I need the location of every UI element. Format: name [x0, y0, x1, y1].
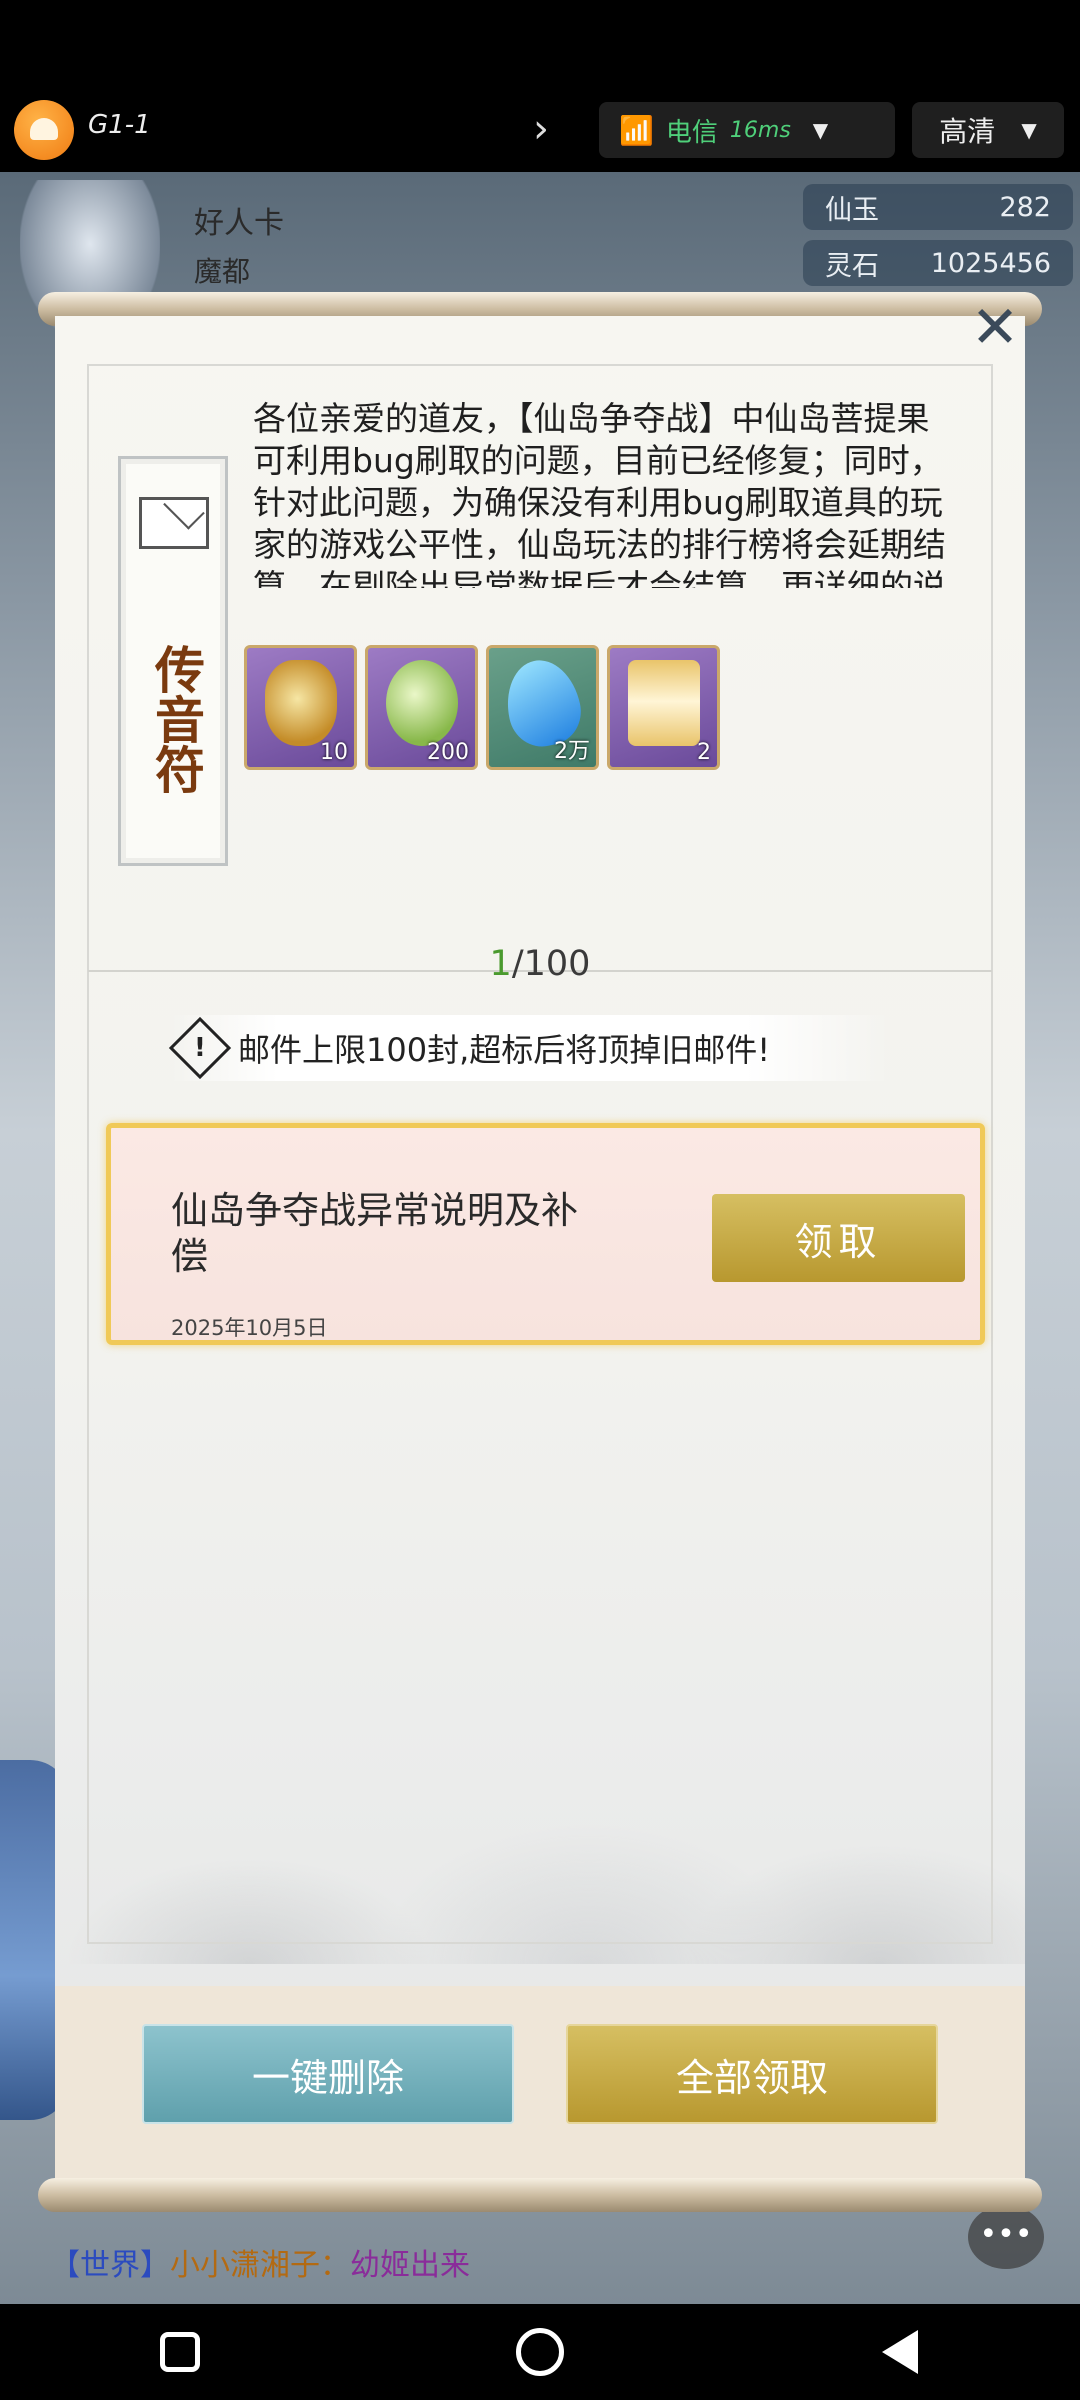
reward-list: 10 200 2万 2 [244, 645, 720, 770]
recent-apps-icon[interactable] [150, 2322, 210, 2382]
player-name: 好人卡 [194, 206, 284, 241]
claim-button[interactable]: 领取 [712, 1194, 965, 1282]
chevron-down-icon: ▼ [812, 118, 829, 142]
mail-limit-warning: ! 邮件上限100封,超标后将顶掉旧邮件! [168, 1015, 890, 1081]
resource-label: 灵石 [825, 250, 879, 282]
back-icon[interactable] [870, 2322, 930, 2382]
home-icon[interactable] [510, 2322, 570, 2382]
resource-lingshi[interactable]: 灵石 1025456 [803, 240, 1073, 286]
claim-all-button[interactable]: 全部领取 [566, 2024, 938, 2124]
warning-text: 邮件上限100封,超标后将顶掉旧邮件! [238, 1031, 771, 1069]
reward-qty: 2万 [554, 739, 590, 764]
hourglass-icon [628, 660, 700, 746]
warning-icon: ! [168, 1016, 232, 1080]
wifi-icon: 📶 [619, 113, 654, 147]
envelope-icon [139, 497, 209, 549]
reward-qty: 10 [320, 740, 348, 765]
mail-count-current: 1 [489, 944, 512, 984]
app-title: G1-1 [88, 110, 151, 140]
top-bar: G1-1 › 📶 电信 16ms ▼ 高清 ▼ [0, 0, 1080, 172]
app-android-icon[interactable] [14, 100, 74, 160]
reward-item[interactable]: 10 [244, 645, 357, 770]
chat-user: 小小潇湘子： [170, 2248, 350, 2283]
player-location: 魔都 [194, 255, 251, 288]
mail-count-max: /100 [511, 944, 591, 984]
stamp-text: 传音符 [147, 644, 206, 794]
mail-list-item[interactable]: 仙岛争夺战异常说明及补偿 2025年10月5日 领取 [106, 1123, 985, 1345]
resource-label: 仙玉 [825, 194, 879, 226]
system-nav-bar [0, 2304, 1080, 2400]
chevron-right-icon[interactable]: › [533, 106, 549, 152]
resource-value: 1025456 [930, 247, 1051, 279]
resource-value: 282 [999, 191, 1051, 223]
reward-item[interactable]: 2万 [486, 645, 599, 770]
mail-stamp: 传音符 [118, 456, 228, 866]
mail-date: 2025年10月5日 [171, 1316, 328, 1340]
chevron-down-icon: ▼ [1021, 118, 1037, 142]
pouch-icon [265, 660, 337, 746]
reward-item[interactable]: 200 [365, 645, 478, 770]
network-selector[interactable]: 📶 电信 16ms ▼ [599, 102, 895, 158]
network-latency: 16ms [729, 117, 791, 143]
mail-body-text[interactable]: 各位亲爱的道友，【仙岛争夺战】中仙岛菩提果可利用bug刷取的问题，目前已经修复；… [253, 398, 953, 588]
scroll-rod-bottom [38, 2178, 1042, 2212]
reward-qty: 2 [697, 740, 711, 765]
chat-bubble-icon[interactable]: ••• [968, 2205, 1044, 2269]
jade-icon [386, 660, 458, 746]
quality-selector[interactable]: 高清 ▼ [912, 102, 1064, 158]
mail-count: 1/100 [0, 944, 1080, 984]
network-carrier: 电信 [665, 117, 718, 148]
reward-qty: 200 [427, 740, 469, 765]
chat-channel: 【世界】 [50, 2248, 170, 2283]
quality-label: 高清 [939, 115, 996, 148]
close-icon[interactable]: ✕ [968, 298, 1022, 356]
mail-title: 仙岛争夺战异常说明及补偿 [171, 1189, 578, 1278]
chat-message: 幼姬出来 [350, 2248, 470, 2283]
resource-xianyu[interactable]: 仙玉 282 [803, 184, 1073, 230]
chat-line[interactable]: 【世界】小小潇湘子：幼姬出来 [50, 2240, 470, 2284]
delete-all-button[interactable]: 一键删除 [142, 2024, 514, 2124]
reward-item[interactable]: 2 [607, 645, 720, 770]
